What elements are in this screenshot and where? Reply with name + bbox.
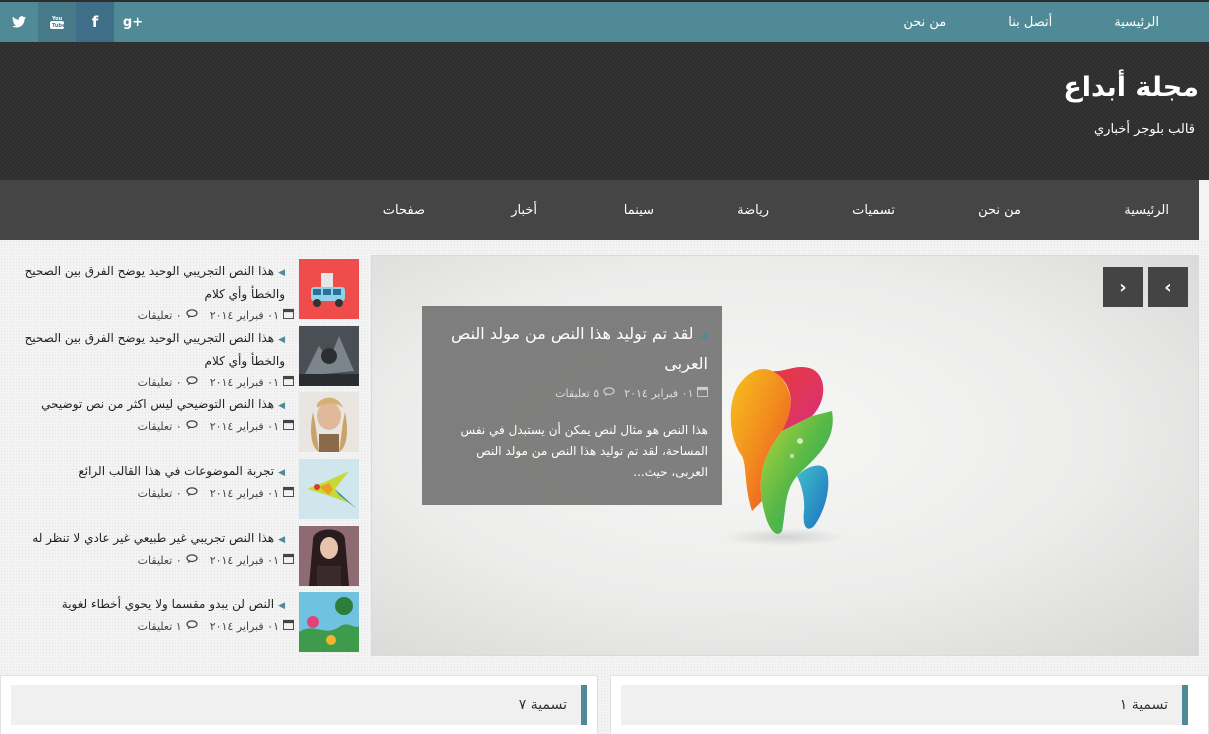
post-date: ٠١ فبراير ٢٠١٤ [209,375,279,389]
mainnav-home[interactable]: الرئيسية [1124,180,1169,240]
mainnav-about[interactable]: من نحن [978,180,1021,240]
mainnav-sports[interactable]: رياضة [737,180,769,240]
comments-icon [186,486,198,500]
post-meta: ٠١ فبراير ٢٠١٤ ١ تعليقات [138,619,294,633]
post-title[interactable]: هذا النص التوضيحي ليس اكثر من نص توضيحي [41,397,274,411]
post-thumbnail[interactable] [299,392,359,452]
slide-comments[interactable]: ٥ تعليقات [555,387,599,400]
post-date: ٠١ فبراير ٢٠١٤ [209,419,279,433]
calendar-icon [697,386,708,400]
topnav-contact[interactable]: أتصل بنا [1008,15,1052,30]
tooth-image [730,367,833,534]
post-meta: ٠١ فبراير ٢٠١٤ ٠ تعليقات [138,553,294,567]
slide-title[interactable]: لقد تم توليد هذا النص من مولد النص العرب… [451,324,708,373]
comments-icon [186,308,198,322]
mainnav-cinema[interactable]: سينما [624,180,654,240]
mainnav-news[interactable]: أخبار [511,180,537,240]
mainnav-labels[interactable]: تسميات [852,180,895,240]
post-comments[interactable]: ٠ تعليقات [138,309,182,322]
calendar-icon [283,308,294,322]
calendar-icon [283,619,294,633]
facebook-icon[interactable]: f [76,2,114,42]
top-nav: الرئيسية أتصل بنا من نحن [903,2,1159,42]
calendar-icon [283,419,294,433]
comments-icon [186,619,198,633]
post-thumbnail[interactable] [299,592,359,652]
topnav-about[interactable]: من نحن [903,15,946,30]
post-title[interactable]: هذا النص تجريبي غير طبيعي غير عادي لا تن… [32,531,274,545]
googleplus-icon[interactable]: g+ [114,2,152,42]
triangle-icon: ◀ [278,401,285,411]
calendar-icon [283,553,294,567]
chevron-left-icon: ‹ [1164,276,1172,298]
post-meta: ٠١ فبراير ٢٠١٤ ٠ تعليقات [138,486,294,500]
triangle-icon: ◀ [278,335,285,345]
slide-meta: ٠١ فبراير ٢٠١٤ ٥ تعليقات [436,386,708,400]
post-comments[interactable]: ٠ تعليقات [138,487,182,500]
post-comments[interactable]: ٠ تعليقات [138,554,182,567]
featured-slider[interactable]: › ‹ ◀لقد تم توليد هذا النص من مولد النص … [371,255,1199,656]
topnav-home[interactable]: الرئيسية [1114,15,1159,30]
post-date: ٠١ فبراير ٢٠١٤ [209,308,279,322]
widget-heading: تسمية ٧ [11,685,587,725]
slide-excerpt: هذا النص هو مثال لنص يمكن أن يستبدل في ن… [460,423,708,479]
triangle-icon: ◀ [278,535,285,545]
recent-posts: ◀هذا النص التجريبي الوحيد يوضح الفرق بين… [0,256,360,652]
calendar-icon [283,375,294,389]
slider-prev-button[interactable]: › [1103,267,1143,307]
post-title[interactable]: النص لن يبدو مقسما ولا يحوي أخطاء لغوية [62,597,274,611]
svg-text:Tube: Tube [52,23,65,29]
post-thumbnail[interactable] [299,326,359,386]
main-nav: الرئيسية من نحن تسميات رياضة سينما أخبار… [0,180,1199,240]
slide-caption: ◀لقد تم توليد هذا النص من مولد النص العر… [422,306,722,505]
site-title[interactable]: مجلة أبداع [1063,72,1199,103]
slide-date: ٠١ فبراير ٢٠١٤ [624,387,694,400]
twitter-icon[interactable] [0,2,38,42]
slider-next-button[interactable]: ‹ [1148,267,1188,307]
label-widget-left: تسمية ٧ [0,675,598,734]
post-title[interactable]: هذا النص التجريبي الوحيد يوضح الفرق بين … [25,264,285,301]
post-thumbnail[interactable] [299,526,359,586]
triangle-icon: ◀ [699,329,708,342]
triangle-icon: ◀ [278,601,285,611]
top-bar: You Tube f g+ الرئيسية أتصل بنا من نحن [0,0,1209,42]
comments-icon [186,375,198,389]
mainnav-pages[interactable]: صفحات [383,180,425,240]
post-meta: ٠١ فبراير ٢٠١٤ ٠ تعليقات [138,308,294,322]
youtube-icon[interactable]: You Tube [38,2,76,42]
comments-icon [186,553,198,567]
calendar-icon [283,486,294,500]
triangle-icon: ◀ [278,268,285,278]
post-comments[interactable]: ٠ تعليقات [138,420,182,433]
comments-icon [186,419,198,433]
post-date: ٠١ فبراير ٢٠١٤ [209,553,279,567]
post-meta: ٠١ فبراير ٢٠١٤ ٠ تعليقات [138,375,294,389]
nav-gap [1199,180,1209,240]
comments-icon [603,387,615,400]
post-thumbnail[interactable] [299,259,359,319]
post-title[interactable]: هذا النص التجريبي الوحيد يوضح الفرق بين … [25,331,285,368]
post-date: ٠١ فبراير ٢٠١٤ [209,486,279,500]
post-title[interactable]: تجربة الموضوعات في هذا القالب الرائع [78,464,274,478]
site-header: مجلة أبداع قالب بلوجر أخباري [0,42,1209,180]
widget-heading: تسمية ١ [621,685,1188,725]
post-meta: ٠١ فبراير ٢٠١٤ ٠ تعليقات [138,419,294,433]
chevron-right-icon: › [1119,276,1127,298]
post-thumbnail[interactable] [299,459,359,519]
site-description: قالب بلوجر أخباري [1094,122,1195,137]
post-comments[interactable]: ١ تعليقات [138,620,182,633]
triangle-icon: ◀ [278,468,285,478]
svg-text:You: You [51,16,63,22]
social-links: You Tube f g+ [0,2,152,42]
post-date: ٠١ فبراير ٢٠١٤ [209,619,279,633]
label-widget-right: تسمية ١ [610,675,1209,734]
post-comments[interactable]: ٠ تعليقات [138,376,182,389]
